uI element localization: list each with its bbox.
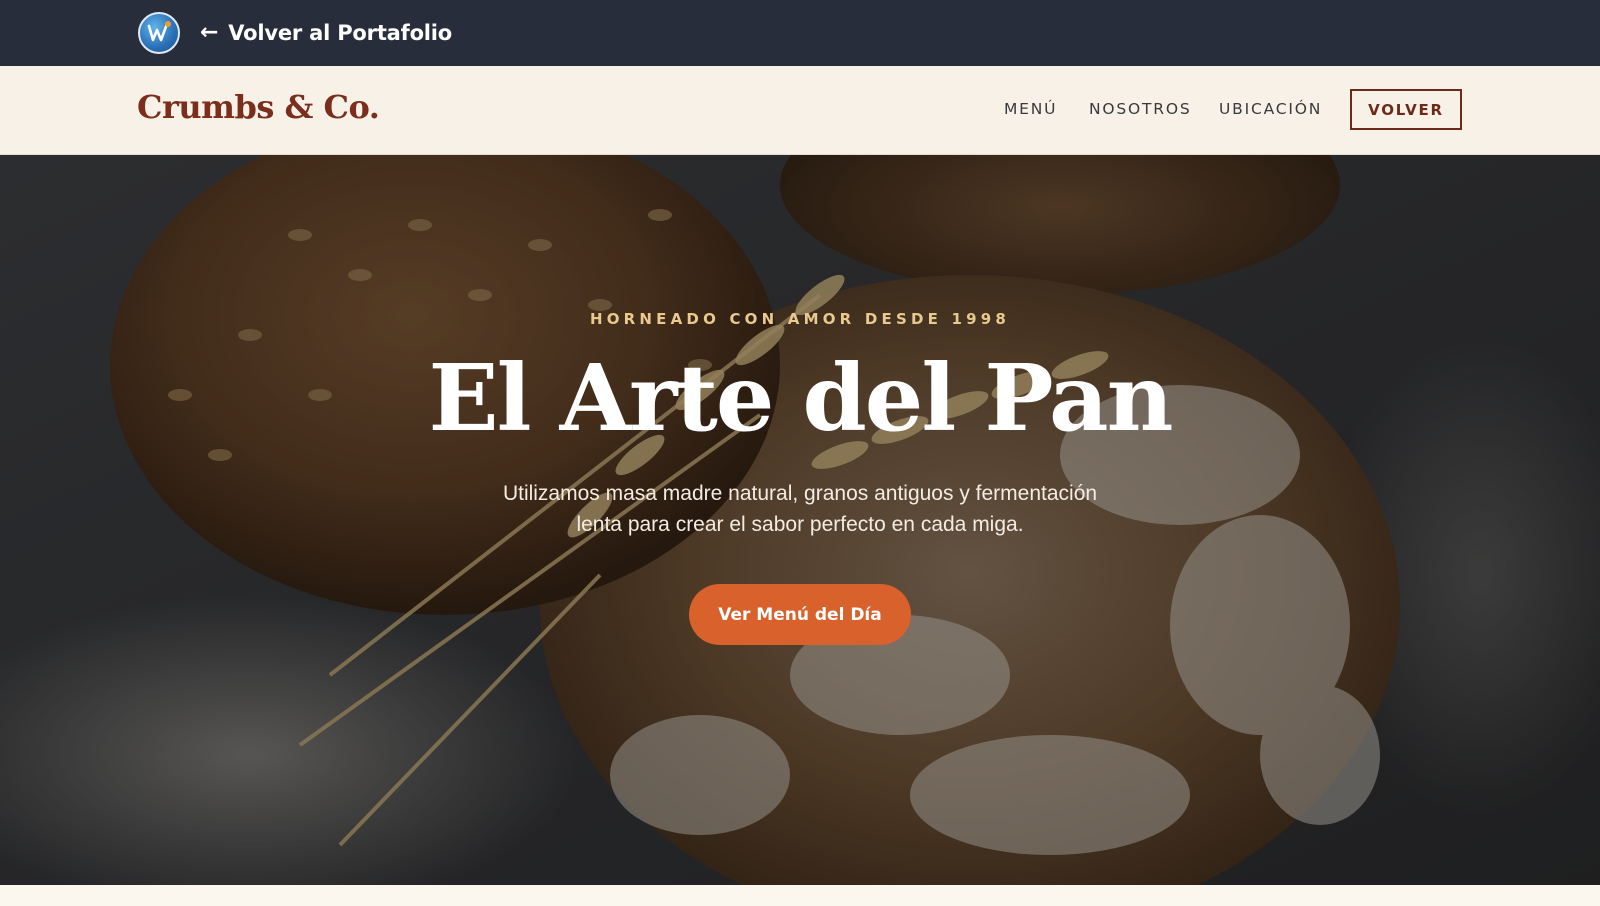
back-to-portfolio-label: Volver al Portafolio <box>228 21 453 45</box>
back-to-portfolio-link[interactable]: ← Volver al Portafolio <box>200 16 452 50</box>
nav-link-menu[interactable]: MENÚ <box>1004 100 1057 118</box>
hero-content: HORNEADO CON AMOR DESDE 1998 El Arte del… <box>0 155 1600 885</box>
volver-button[interactable]: VOLVER <box>1350 89 1462 130</box>
hero-subtitle: Utilizamos masa madre natural, granos an… <box>502 482 1098 536</box>
portfolio-bar: ← Volver al Portafolio <box>0 0 1600 66</box>
hero-section: HORNEADO CON AMOR DESDE 1998 El Arte del… <box>0 155 1600 885</box>
arrow-left-icon: ← <box>200 20 219 45</box>
hero-eyebrow: HORNEADO CON AMOR DESDE 1998 <box>589 310 1011 328</box>
hero-title: El Arte del Pan <box>428 344 1173 452</box>
nav-link-ubicacion[interactable]: UBICACIÓN <box>1219 100 1322 118</box>
view-menu-button[interactable]: Ver Menú del Día <box>689 584 911 645</box>
main-nav: MENÚ NOSOTROS UBICACIÓN VOLVER <box>0 66 1600 155</box>
nav-link-nosotros[interactable]: NOSOTROS <box>1089 100 1192 118</box>
next-section-edge <box>0 885 1600 906</box>
portfolio-logo-icon[interactable] <box>138 12 180 54</box>
site-header: Crumbs & Co. MENÚ NOSOTROS UBICACIÓN VOL… <box>0 66 1600 155</box>
